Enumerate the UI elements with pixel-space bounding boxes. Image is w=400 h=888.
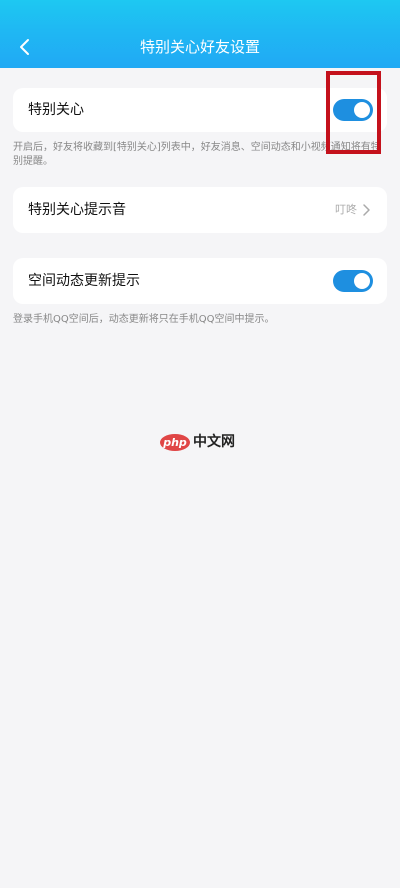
toggle-knob — [354, 273, 370, 289]
screen: 特别关心好友设置 特别关心 开启后，好友将收藏到[特别关心]列表中，好友消息、空… — [0, 0, 400, 888]
space-update-card[interactable]: 空间动态更新提示 — [13, 258, 387, 304]
space-update-toggle[interactable] — [333, 270, 373, 292]
space-update-label: 空间动态更新提示 — [28, 273, 140, 289]
sound-value: 叮咚 — [335, 203, 357, 216]
space-update-description: 登录手机QQ空间后，动态更新将只在手机QQ空间中提示。 — [13, 314, 275, 325]
page-title: 特别关心好友设置 — [139, 38, 260, 56]
header: 特别关心好友设置 — [0, 0, 400, 68]
watermark: php 中文网 — [160, 432, 235, 452]
special-care-sound-row[interactable]: 特别关心提示音 叮咚 — [13, 187, 387, 233]
highlight-box — [326, 71, 381, 154]
watermark-text: 中文网 — [193, 434, 235, 450]
special-care-label: 特别关心 — [28, 102, 84, 118]
special-care-sound-label: 特别关心提示音 — [28, 202, 126, 218]
chevron-right-icon — [363, 204, 370, 216]
watermark-logo: php — [160, 433, 190, 451]
